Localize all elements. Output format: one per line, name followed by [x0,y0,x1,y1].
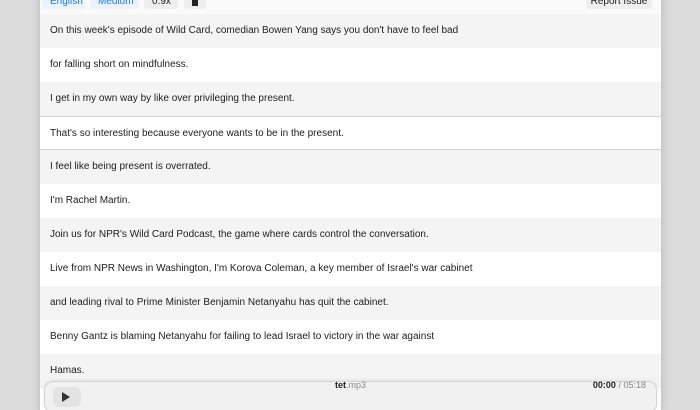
file-extension: .mp3 [345,380,366,390]
toolbar: English Medium 0.9x Report Issue [40,0,661,15]
language-chip[interactable]: English [42,0,85,9]
speed-chip[interactable]: 0.9x [144,0,178,9]
transcript-line[interactable]: and leading rival to Prime Minister Benj… [40,286,661,320]
transcript-line[interactable]: Live from NPR News in Washington, I'm Ko… [40,252,661,286]
play-button[interactable] [53,387,81,407]
trash-icon [192,0,198,6]
transcript-line[interactable]: I get in my own way by like over privile… [40,82,661,116]
current-time: 00:00 [592,380,616,390]
transcript-line[interactable]: I feel like being present is overrated. [40,150,661,184]
transcript-window: English Medium 0.9x Report Issue On this… [40,0,661,410]
playback-time: 00:00 / 05:18 [593,380,646,390]
file-base-name: tet [334,380,346,390]
play-icon [62,392,70,402]
transcript-line[interactable]: I'm Rachel Martin. [40,184,661,218]
transcript-line[interactable]: for falling short on mindfulness. [40,48,661,82]
transcript-line[interactable]: Benny Gantz is blaming Netanyahu for fai… [40,320,661,354]
transcript-line[interactable]: On this week's episode of Wild Card, com… [40,14,661,48]
audio-player: tet.mp3 00:00 / 05:18 [45,380,656,410]
trash-button[interactable] [184,0,206,9]
level-chip[interactable]: Medium [90,0,139,9]
transcript-line-active[interactable]: That's so interesting because everyone w… [40,116,661,150]
file-name: tet.mp3 [45,380,656,390]
report-issue-button[interactable]: Report Issue [586,0,652,9]
transcript-list: On this week's episode of Wild Card, com… [40,14,661,388]
duration: 05:18 [623,380,646,390]
transcript-line[interactable]: Join us for NPR's Wild Card Podcast, the… [40,218,661,252]
